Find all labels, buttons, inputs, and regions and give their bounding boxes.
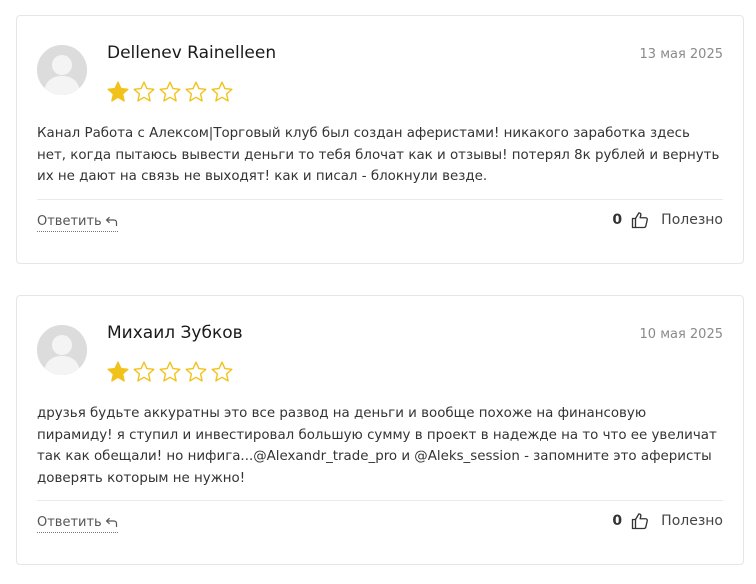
reply-arrow-icon (105, 216, 117, 226)
star-empty-icon (133, 81, 155, 102)
review-card: Dellenev Rainelleen 13 мая 2025 Канал Ра… (16, 15, 744, 264)
review-author: Dellenev Rainelleen (107, 43, 277, 63)
star-empty-icon (159, 81, 181, 102)
useful-count: 0 (612, 212, 623, 228)
star-empty-icon (185, 81, 207, 102)
thumbs-up-icon[interactable] (631, 512, 649, 530)
star-empty-icon (211, 361, 233, 382)
avatar (37, 45, 87, 95)
thumbs-up-icon[interactable] (631, 211, 649, 229)
divider (37, 199, 723, 200)
avatar (37, 325, 87, 375)
useful-count: 0 (612, 513, 623, 529)
useful-button[interactable]: Полезно (661, 212, 723, 228)
reply-label: Ответить (37, 515, 102, 530)
user-placeholder-icon (37, 45, 87, 95)
reply-button[interactable]: Ответить (37, 515, 118, 533)
useful-section: 0 Полезно (612, 211, 723, 229)
reply-label: Ответить (37, 214, 102, 229)
reply-arrow-icon (105, 517, 117, 527)
star-rating (106, 80, 234, 104)
useful-section: 0 Полезно (612, 512, 723, 530)
review-date: 10 мая 2025 (639, 327, 723, 342)
review-text: Канал Работа с Алексом|Торговый клуб был… (37, 126, 720, 184)
star-empty-icon (185, 361, 207, 382)
user-placeholder-icon (37, 325, 87, 375)
star-empty-icon (159, 361, 181, 382)
review-card: Михаил Зубков 10 мая 2025 друзья будьте … (16, 295, 744, 565)
star-empty-icon (211, 81, 233, 102)
star-rating (106, 360, 234, 384)
review-author: Михаил Зубков (107, 323, 243, 343)
divider (37, 500, 723, 501)
reply-button[interactable]: Ответить (37, 214, 118, 232)
star-empty-icon (133, 361, 155, 382)
star-filled-icon (107, 361, 129, 382)
review-text: друзья будьте аккуратны это все развод н… (37, 406, 717, 486)
star-filled-icon (107, 81, 129, 102)
review-date: 13 мая 2025 (639, 47, 723, 62)
useful-button[interactable]: Полезно (661, 513, 723, 529)
